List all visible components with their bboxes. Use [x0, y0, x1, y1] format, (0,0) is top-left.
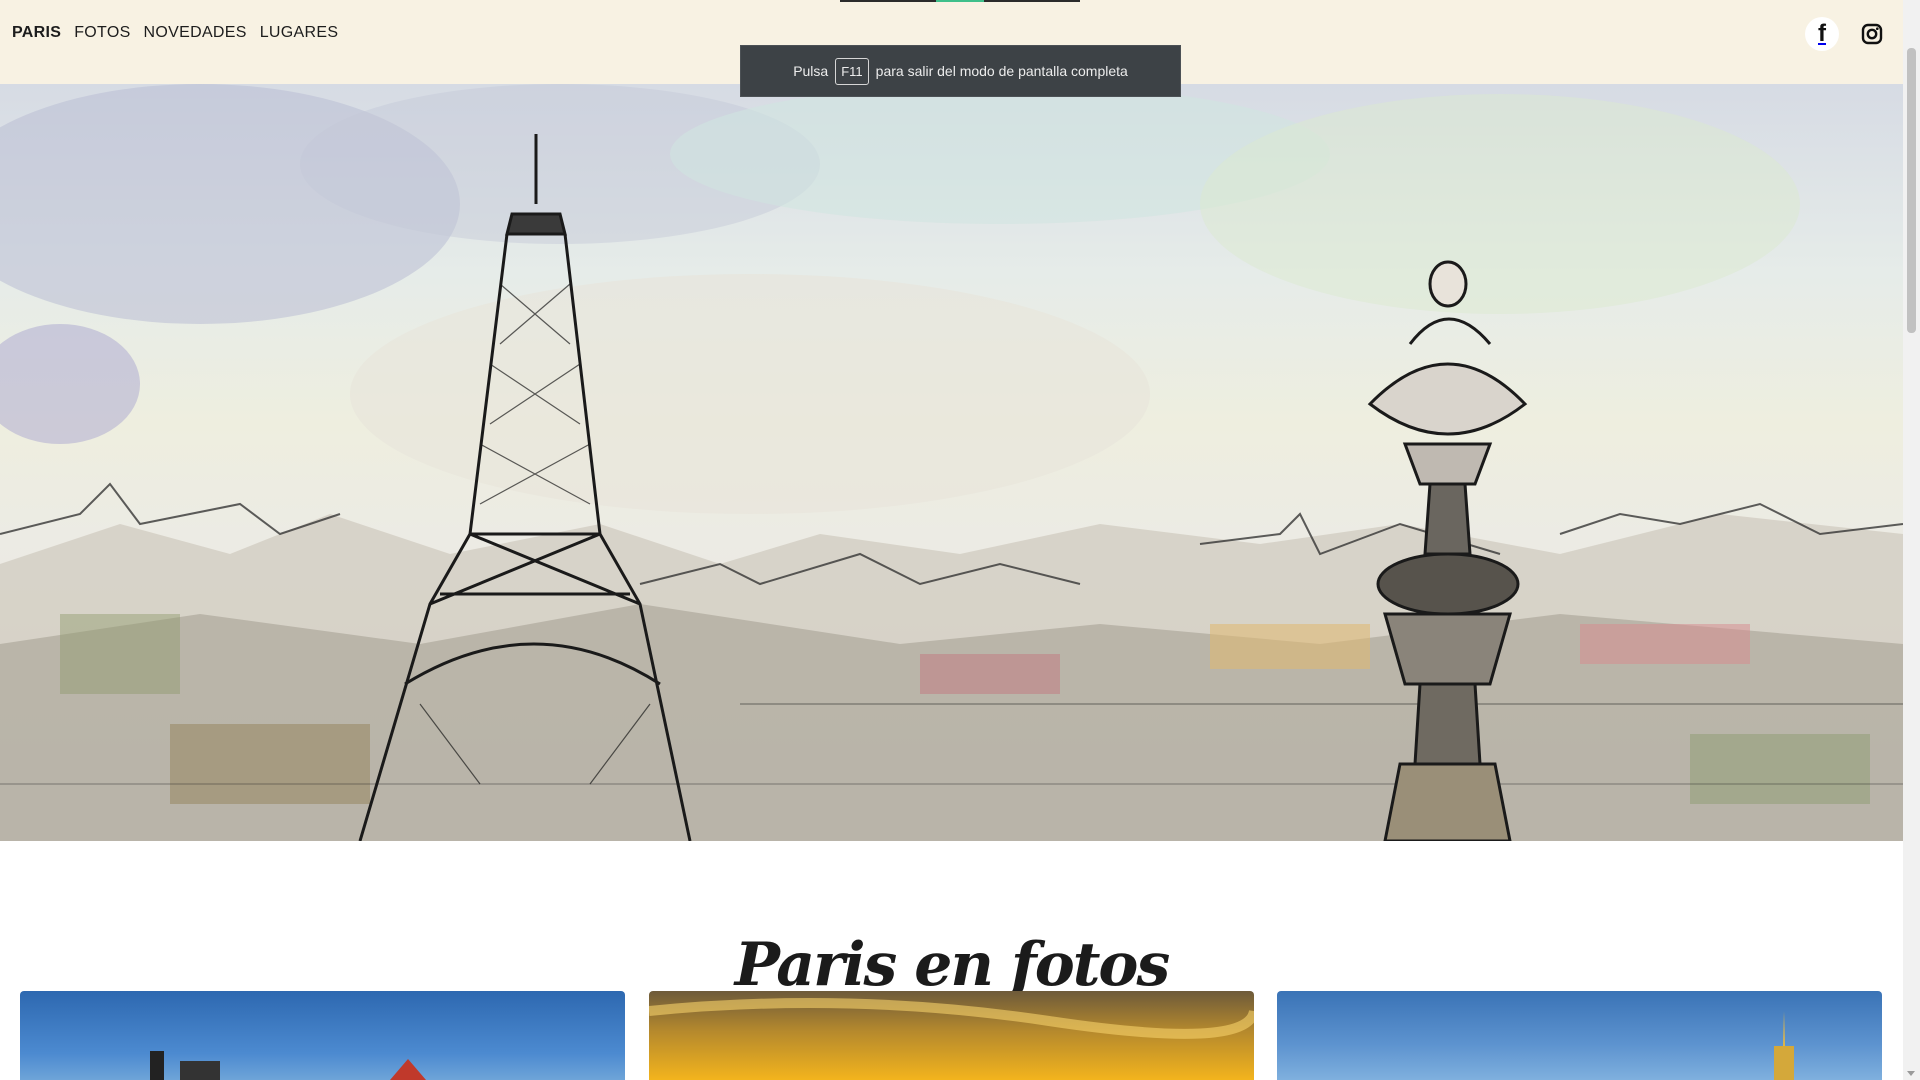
facebook-link[interactable]: f [1805, 17, 1839, 51]
photo-thumbnail [1774, 1011, 1794, 1080]
scroll-down-arrow-icon[interactable] [1907, 1071, 1915, 1076]
loading-bar-fill [936, 0, 984, 2]
loading-bar [840, 0, 1080, 2]
paris-skyline-sketch [0, 84, 1903, 841]
fullscreen-exit-notice: Pulsa F11 para salir del modo de pantall… [740, 45, 1181, 97]
instagram-link[interactable] [1855, 17, 1889, 51]
photo-card[interactable] [20, 991, 625, 1080]
toast-prefix: Pulsa [793, 63, 829, 79]
vertical-scrollbar[interactable] [1903, 0, 1920, 1080]
hero-watercolor-image [0, 84, 1903, 841]
photo-card[interactable] [649, 991, 1254, 1080]
nav-item-novedades[interactable]: NOVEDADES [144, 24, 247, 42]
main-nav: PARIS FOTOS NOVEDADES LUGARES [12, 24, 338, 42]
nav-item-fotos[interactable]: FOTOS [74, 24, 130, 42]
nav-item-paris[interactable]: PARIS [12, 24, 61, 42]
photo-card[interactable] [1277, 991, 1882, 1080]
facebook-icon: f [1818, 20, 1826, 47]
scrollbar-thumb[interactable] [1907, 48, 1916, 333]
toast-suffix: para salir del modo de pantalla completa [875, 63, 1128, 79]
instagram-icon [1861, 23, 1883, 45]
nav-item-lugares[interactable]: LUGARES [260, 24, 339, 42]
toast-key-f11: F11 [835, 57, 869, 85]
photo-thumbnail [649, 998, 1254, 1039]
photo-grid [20, 991, 1883, 1080]
section-title: Paris en fotos [734, 929, 1170, 1000]
photo-thumbnail [150, 1051, 426, 1080]
